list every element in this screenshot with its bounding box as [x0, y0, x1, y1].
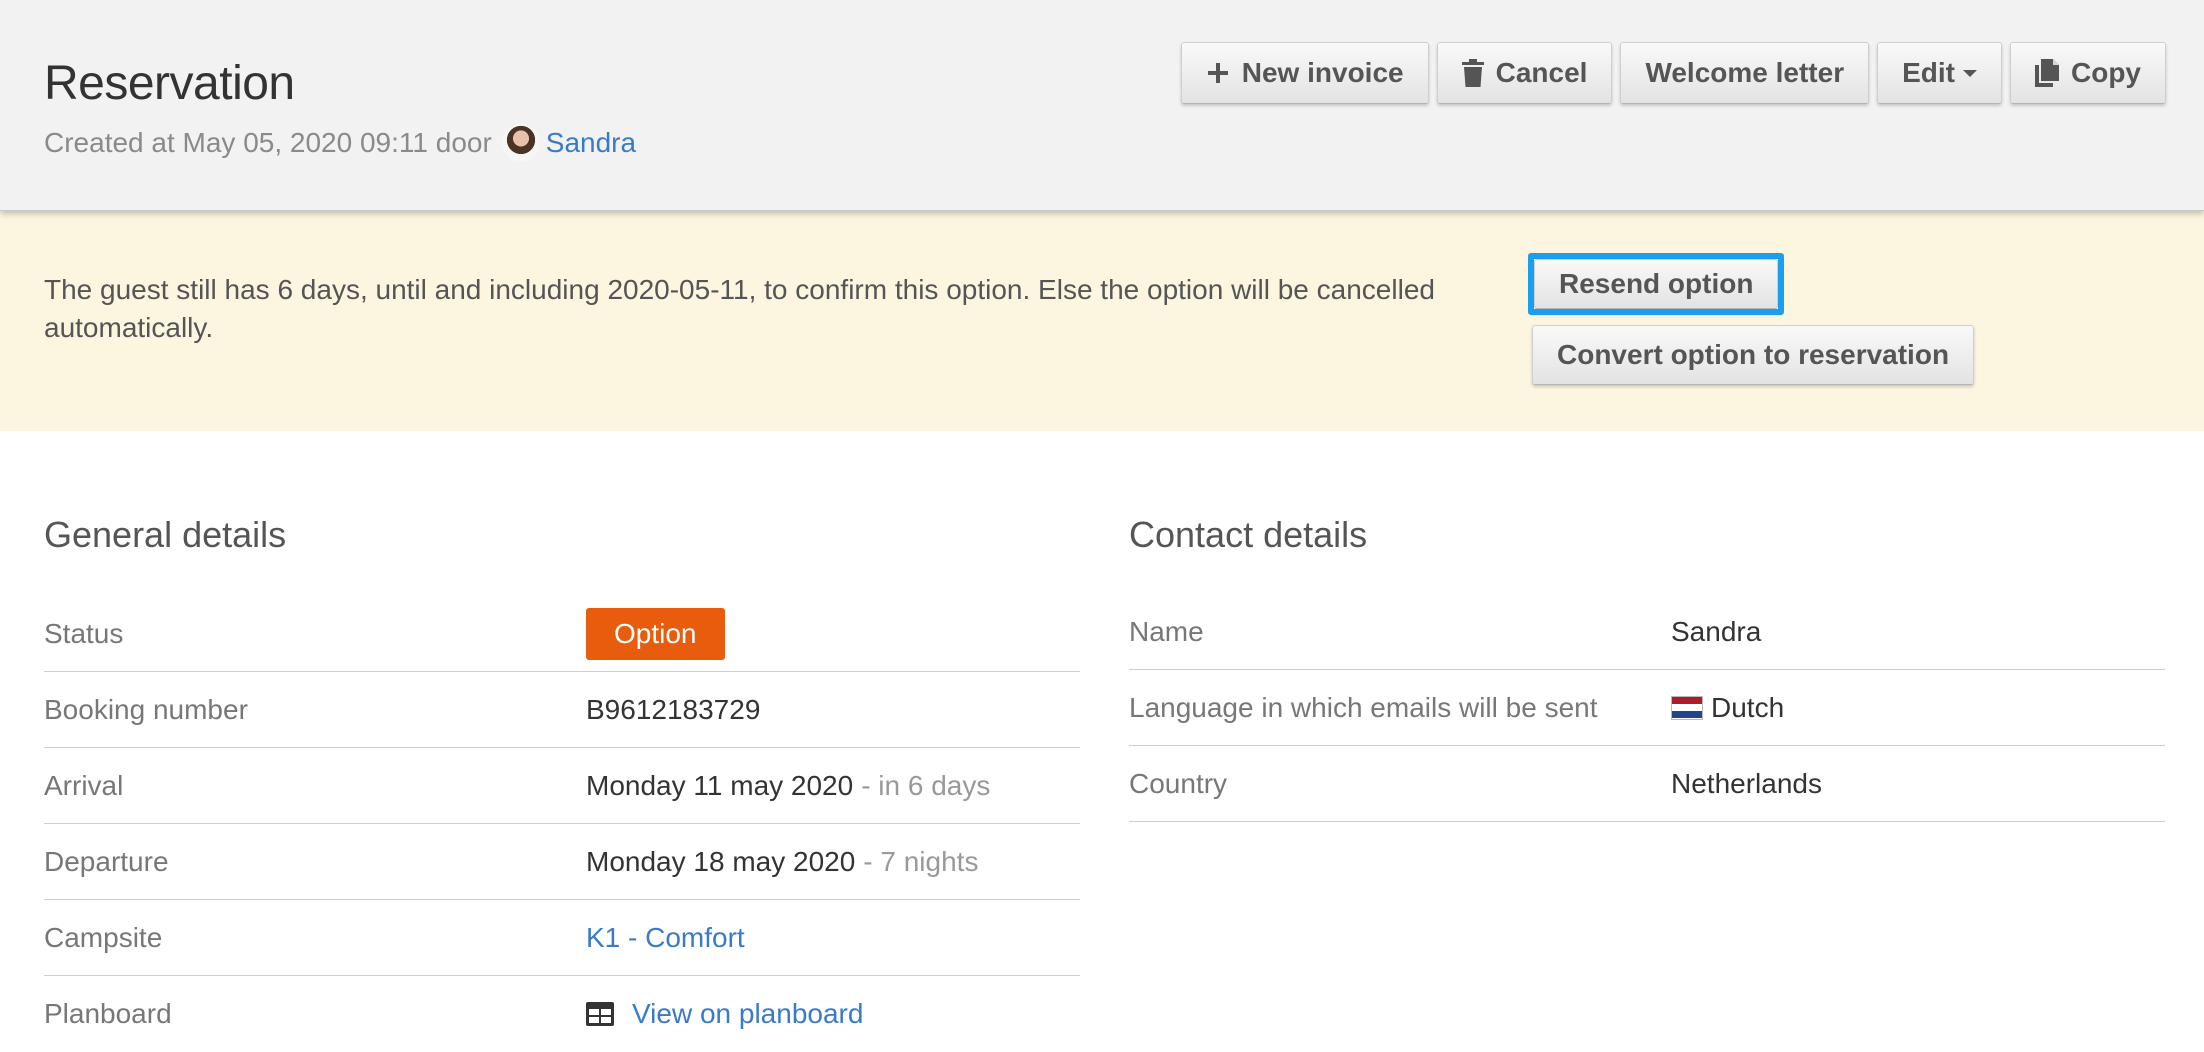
grid-icon: [586, 1002, 614, 1026]
row-value: View on planboard: [586, 998, 863, 1030]
avatar: [501, 124, 540, 162]
cancel-button[interactable]: Cancel: [1436, 42, 1613, 104]
creator-link[interactable]: Sandra: [546, 127, 636, 159]
arrival-relative: - in 6 days: [861, 769, 991, 801]
created-info: Created at May 05, 2020 09:11 door Sandr…: [44, 124, 636, 162]
row-value: K1 - Comfort: [586, 922, 745, 954]
row-value: Option: [586, 607, 725, 660]
page-title: Reservation: [44, 57, 295, 110]
copy-icon: [2035, 59, 2059, 87]
resend-option-highlight: Resend option: [1528, 253, 1785, 315]
notice-text: The guest still has 6 days, until and in…: [44, 274, 1435, 343]
edit-label: Edit: [1902, 57, 1955, 88]
campsite-row: Campsite K1 - Comfort: [44, 900, 1080, 976]
welcome-letter-label: Welcome letter: [1645, 57, 1845, 88]
new-invoice-button[interactable]: New invoice: [1180, 42, 1429, 104]
row-label: Status: [44, 617, 124, 649]
trash-icon: [1461, 59, 1484, 87]
campsite-link[interactable]: K1 - Comfort: [586, 922, 745, 954]
copy-button[interactable]: Copy: [2010, 42, 2166, 104]
departure-row: Departure Monday 18 may 2020 - 7 nights: [44, 824, 1080, 900]
row-label: Planboard: [44, 998, 172, 1029]
row-label: Booking number: [44, 693, 248, 725]
resend-option-label: Resend option: [1559, 268, 1754, 299]
dutch-flag-icon: [1671, 695, 1703, 720]
view-on-planboard-link[interactable]: View on planboard: [632, 998, 863, 1030]
general-details-title: General details: [44, 514, 287, 555]
row-label: Campsite: [44, 921, 163, 953]
edit-dropdown-button[interactable]: Edit: [1877, 42, 2002, 104]
contact-details-title: Contact details: [1129, 514, 1368, 555]
convert-option-button[interactable]: Convert option to reservation: [1532, 325, 1975, 385]
new-invoice-label: New invoice: [1241, 57, 1404, 88]
status-row: Status Option: [44, 596, 1080, 672]
contact-name-value: Sandra: [1671, 615, 1762, 647]
status-badge: Option: [586, 607, 725, 660]
language-row: Language in which emails will be sent Du…: [1129, 670, 2165, 746]
caret-down-icon: [1963, 69, 1977, 77]
created-prefix: Created at May 05, 2020 09:11 door: [44, 127, 492, 158]
toolbar: New invoice Cancel Welcome letter Edit C…: [1180, 42, 2166, 104]
row-label: Country: [1129, 767, 1228, 799]
planboard-row: Planboard View on planboard: [44, 976, 1080, 1052]
language-value: Dutch: [1711, 691, 1785, 723]
departure-date: Monday 18 may 2020: [586, 845, 856, 877]
cancel-label: Cancel: [1495, 57, 1588, 88]
row-value: Monday 18 may 2020 - 7 nights: [586, 846, 978, 878]
copy-label: Copy: [2071, 57, 2141, 88]
country-value: Netherlands: [1671, 767, 1822, 799]
booking-number-row: Booking number B9612183729: [44, 672, 1080, 748]
welcome-letter-button[interactable]: Welcome letter: [1620, 42, 1870, 104]
row-label: Name: [1129, 615, 1204, 647]
page-header: Reservation Created at May 05, 2020 09:1…: [0, 0, 2204, 211]
contact-details-table: Name Sandra Language in which emails wil…: [1129, 594, 2165, 822]
convert-option-label: Convert option to reservation: [1557, 339, 1950, 370]
plus-icon: [1206, 61, 1230, 85]
country-row: Country Netherlands: [1129, 746, 2165, 822]
row-label: Departure: [44, 845, 169, 877]
resend-option-button[interactable]: Resend option: [1534, 259, 1779, 309]
contact-name-row: Name Sandra: [1129, 594, 2165, 670]
arrival-date: Monday 11 may 2020: [586, 769, 854, 801]
row-label: Arrival: [44, 769, 124, 801]
departure-nights: - 7 nights: [863, 845, 979, 877]
row-value: Dutch: [1671, 692, 1784, 724]
arrival-row: Arrival Monday 11 may 2020 - in 6 days: [44, 748, 1080, 824]
general-details-table: Status Option Booking number B9612183729…: [44, 596, 1080, 1052]
row-value: Monday 11 may 2020 - in 6 days: [586, 770, 990, 802]
booking-number-value: B9612183729: [586, 693, 761, 725]
row-label: Language in which emails will be sent: [1129, 691, 1598, 723]
option-notice: The guest still has 6 days, until and in…: [0, 211, 2204, 431]
